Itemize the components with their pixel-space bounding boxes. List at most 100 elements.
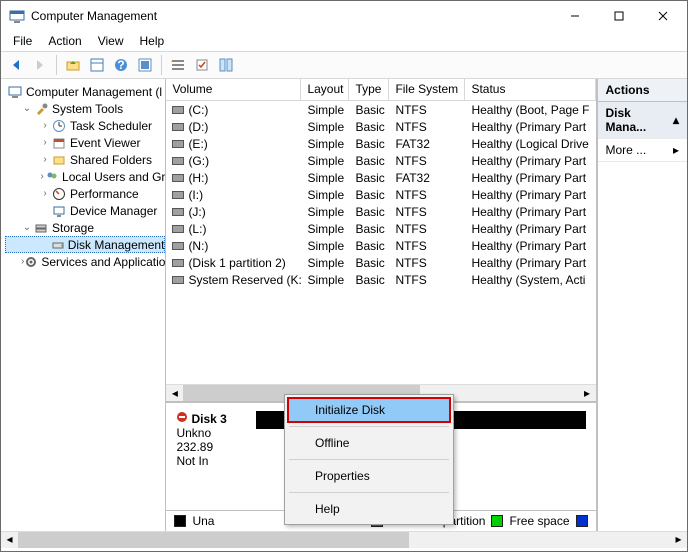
- separator: [289, 426, 449, 427]
- table-row[interactable]: (D:)SimpleBasicNTFSHealthy (Primary Part: [166, 118, 595, 135]
- tree-label: Disk Management: [68, 238, 165, 252]
- bottom-scrollbar[interactable]: ◂ ▸: [1, 531, 687, 548]
- disk-size: 232.89: [176, 440, 256, 454]
- menu-help[interactable]: Help: [287, 496, 451, 522]
- volume-icon: [172, 276, 184, 284]
- actions-pane: Actions Disk Mana...▴ More ...▸: [598, 79, 688, 531]
- folder-up-icon[interactable]: [62, 54, 84, 76]
- refresh-icon[interactable]: [134, 54, 156, 76]
- table-row[interactable]: System Reserved (K:)SimpleBasicNTFSHealt…: [166, 271, 595, 288]
- menu-offline[interactable]: Offline: [287, 430, 451, 456]
- storage-icon: [33, 220, 49, 236]
- volume-icon: [172, 157, 184, 165]
- menu-help[interactable]: Help: [132, 32, 173, 50]
- separator: [289, 492, 449, 493]
- tree-root[interactable]: Computer Management (l: [5, 83, 165, 100]
- tree-local-users[interactable]: ›Local Users and Gr: [5, 168, 165, 185]
- scroll-right-icon[interactable]: ▸: [579, 385, 596, 402]
- collapse-icon: ▴: [673, 113, 679, 127]
- col-status[interactable]: Status: [465, 79, 595, 100]
- users-icon: [45, 169, 59, 185]
- tree-device-manager[interactable]: Device Manager: [5, 202, 165, 219]
- col-layout[interactable]: Layout: [301, 79, 349, 100]
- disk-status-2: Not In: [176, 454, 256, 468]
- scroll-left-icon[interactable]: ◂: [1, 532, 18, 548]
- volume-icon: [172, 106, 184, 114]
- settings-icon[interactable]: [191, 54, 213, 76]
- close-button[interactable]: [641, 1, 685, 31]
- properties-icon[interactable]: [86, 54, 108, 76]
- volume-icon: [172, 123, 184, 131]
- scroll-thumb[interactable]: [18, 532, 409, 548]
- table-row[interactable]: (L:)SimpleBasicNTFSHealthy (Primary Part: [166, 220, 595, 237]
- scroll-left-icon[interactable]: ◂: [166, 385, 183, 402]
- menu-properties[interactable]: Properties: [287, 463, 451, 489]
- tree-label: Performance: [70, 187, 139, 201]
- table-row[interactable]: (H:)SimpleBasicFAT32Healthy (Primary Par…: [166, 169, 595, 186]
- back-button[interactable]: [5, 54, 27, 76]
- tree-storage[interactable]: ⌄Storage: [5, 219, 165, 236]
- menu-view[interactable]: View: [90, 32, 132, 50]
- volume-list[interactable]: (C:)SimpleBasicNTFSHealthy (Boot, Page F…: [166, 101, 595, 384]
- tree-system-tools[interactable]: ⌄ System Tools: [5, 100, 165, 117]
- scroll-right-icon[interactable]: ▸: [670, 532, 687, 548]
- expand-icon[interactable]: ⌄: [21, 222, 33, 233]
- tree-disk-management[interactable]: Disk Management: [5, 236, 165, 253]
- disk-error-icon: [176, 411, 188, 426]
- legend-unallocated: Una: [192, 514, 214, 528]
- table-row[interactable]: (J:)SimpleBasicNTFSHealthy (Primary Part: [166, 203, 595, 220]
- table-row[interactable]: (I:)SimpleBasicNTFSHealthy (Primary Part: [166, 186, 595, 203]
- actions-header: Actions: [598, 79, 688, 102]
- col-type[interactable]: Type: [349, 79, 389, 100]
- tree-label: Device Manager: [70, 204, 157, 218]
- maximize-button[interactable]: [597, 1, 641, 31]
- separator: [289, 459, 449, 460]
- legend-swatch-primary: [576, 515, 588, 527]
- expand-icon[interactable]: ›: [39, 188, 51, 199]
- tree-label: Local Users and Gr: [62, 170, 165, 184]
- table-row[interactable]: (C:)SimpleBasicNTFSHealthy (Boot, Page F: [166, 101, 595, 118]
- navigation-tree[interactable]: Computer Management (l ⌄ System Tools ›T…: [1, 79, 166, 531]
- legend-free: Free space: [509, 514, 569, 528]
- expand-icon[interactable]: ›: [39, 154, 51, 165]
- col-volume[interactable]: Volume: [166, 79, 301, 100]
- actions-more[interactable]: More ...▸: [598, 139, 688, 162]
- table-row[interactable]: (Disk 1 partition 2)SimpleBasicNTFSHealt…: [166, 254, 595, 271]
- volume-icon: [172, 140, 184, 148]
- menu-action[interactable]: Action: [40, 32, 89, 50]
- services-icon: [24, 254, 38, 270]
- legend-swatch-free: [491, 515, 503, 527]
- help-icon[interactable]: ?: [110, 54, 132, 76]
- tree-event-viewer[interactable]: › Event Viewer: [5, 134, 165, 151]
- table-row[interactable]: (E:)SimpleBasicFAT32Healthy (Logical Dri…: [166, 135, 595, 152]
- expand-icon[interactable]: ›: [39, 137, 51, 148]
- col-filesystem[interactable]: File System: [389, 79, 465, 100]
- tree-label: Event Viewer: [70, 136, 140, 150]
- tree-label: Shared Folders: [70, 153, 152, 167]
- actions-disk-management[interactable]: Disk Mana...▴: [598, 102, 688, 139]
- disk-icon: [51, 237, 65, 253]
- tree-task-scheduler[interactable]: ›Task Scheduler: [5, 117, 165, 134]
- computer-icon: [7, 84, 23, 100]
- tree-shared-folders[interactable]: › Shared Folders: [5, 151, 165, 168]
- volume-icon: [172, 174, 184, 182]
- volume-icon: [172, 191, 184, 199]
- menu-file[interactable]: File: [5, 32, 40, 50]
- forward-button[interactable]: [29, 54, 51, 76]
- table-row[interactable]: (N:)SimpleBasicNTFSHealthy (Primary Part: [166, 237, 595, 254]
- menu-bar: File Action View Help: [1, 31, 687, 51]
- device-icon: [51, 203, 67, 219]
- tree-services[interactable]: ›Services and Applicatio: [5, 253, 165, 270]
- minimize-button[interactable]: [553, 1, 597, 31]
- list-icon[interactable]: [167, 54, 189, 76]
- chevron-right-icon: ▸: [673, 143, 679, 157]
- expand-icon[interactable]: ›: [39, 120, 51, 131]
- tree-performance[interactable]: › Performance: [5, 185, 165, 202]
- table-row[interactable]: (G:)SimpleBasicNTFSHealthy (Primary Part: [166, 152, 595, 169]
- menu-initialize-disk[interactable]: Initialize Disk: [287, 397, 451, 423]
- expand-icon[interactable]: ⌄: [21, 103, 33, 114]
- window-title: Computer Management: [31, 9, 553, 23]
- separator: [56, 55, 57, 75]
- tools-icon: [33, 101, 49, 117]
- layout-icon[interactable]: [215, 54, 237, 76]
